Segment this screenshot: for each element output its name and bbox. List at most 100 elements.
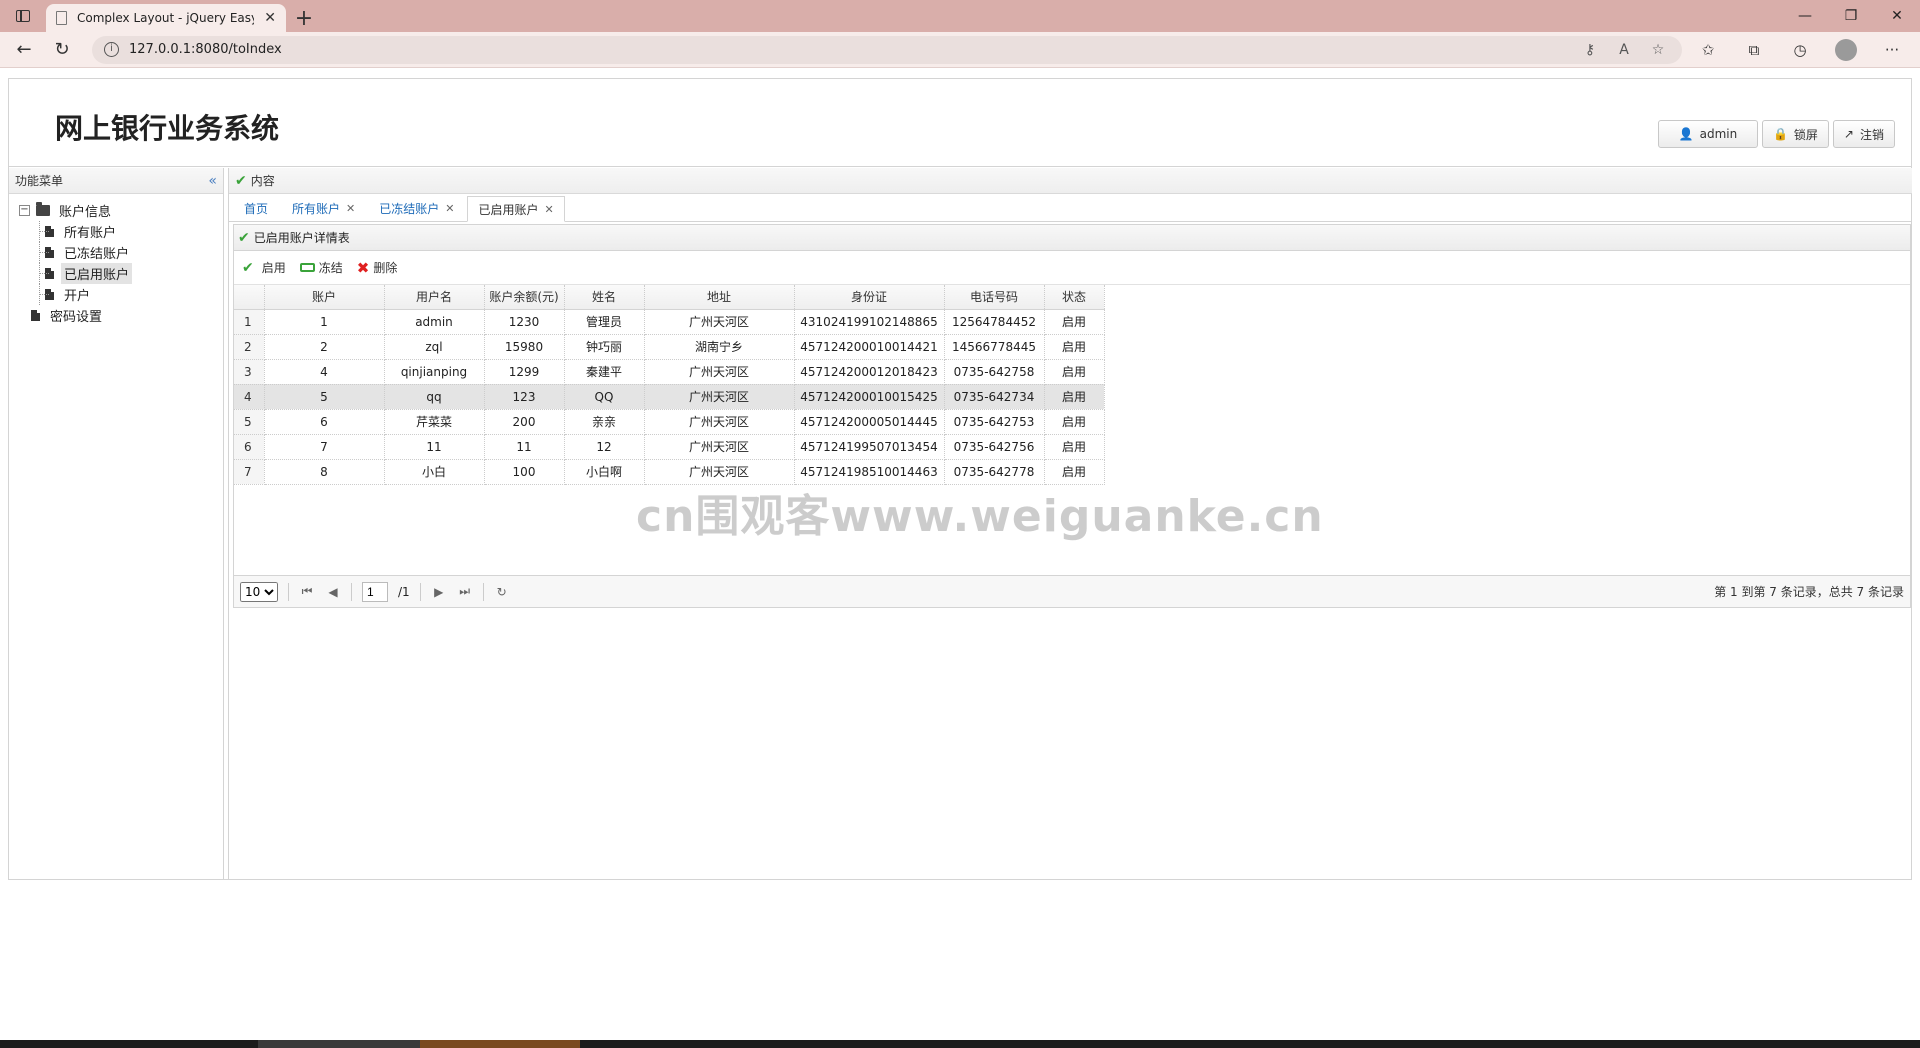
table-row[interactable]: 3 4 qinjianping 1299 秦建平 广州天河区 457124200…: [234, 359, 1105, 385]
close-icon[interactable]: ✕: [445, 202, 454, 215]
table-cell: 启用: [1044, 309, 1105, 335]
table-cell: 小白啊: [564, 459, 645, 485]
column-header[interactable]: 地址: [644, 285, 795, 310]
logout-icon: ↗: [1843, 127, 1854, 141]
tree-node-open-account[interactable]: 开户: [39, 284, 219, 305]
tab-home[interactable]: 首页: [233, 195, 279, 221]
taskbar-item[interactable]: [258, 1040, 420, 1048]
file-icon: [45, 268, 54, 279]
row-number: 2: [234, 334, 265, 360]
favorite-star-icon[interactable]: ☆: [1646, 42, 1670, 58]
profile-avatar[interactable]: [1835, 38, 1857, 61]
history-icon[interactable]: ◷: [1780, 36, 1820, 64]
accounts-table: 账户 用户名 账户余额(元) 姓名 地址 身份证 电话号码 状态 1 1 adm: [234, 285, 1105, 485]
close-icon[interactable]: ✕: [545, 203, 554, 216]
next-page-icon[interactable]: ▶: [431, 585, 447, 599]
page-size-select[interactable]: 10: [240, 581, 278, 602]
minimize-icon[interactable]: —: [1782, 0, 1828, 32]
more-icon[interactable]: ···: [1872, 36, 1912, 64]
table-cell: 100: [484, 459, 565, 485]
tab-all-accounts[interactable]: 所有账户 ✕: [281, 195, 366, 221]
user-button[interactable]: 👤 admin: [1657, 120, 1758, 148]
table-cell: 12: [564, 434, 645, 460]
info-icon[interactable]: i: [104, 42, 119, 57]
collections-icon[interactable]: ⧉: [1734, 36, 1774, 64]
app-layout: 网上银行业务系统 👤 admin 🔒 锁屏 ↗ 注销 功能菜单 « − 账户信息…: [8, 78, 1912, 880]
table-cell: 1299: [484, 359, 565, 385]
logout-button[interactable]: ↗ 注销: [1832, 120, 1895, 148]
table-cell: 2: [264, 334, 385, 360]
column-header[interactable]: 姓名: [564, 285, 645, 310]
table-cell: 广州天河区: [644, 434, 795, 460]
table-cell: 钟巧丽: [564, 334, 645, 360]
new-tab-button[interactable]: +: [286, 4, 322, 32]
table-cell: 小白: [384, 459, 485, 485]
table-cell: 启用: [1044, 359, 1105, 385]
column-header[interactable]: 电话号码: [944, 285, 1045, 310]
total-pages: /1: [398, 584, 410, 599]
check-icon: ✔: [238, 229, 250, 246]
enable-button[interactable]: ✔ 启用: [242, 259, 286, 276]
table-row[interactable]: 1 1 admin 1230 管理员 广州天河区 431024199102148…: [234, 309, 1105, 335]
table-cell: 457124200012018423: [794, 359, 945, 385]
close-icon[interactable]: ✕: [264, 10, 276, 26]
tree-node-all-accounts[interactable]: 所有账户: [39, 221, 219, 242]
freeze-button[interactable]: 冻结: [299, 259, 343, 276]
tree-node-account-info[interactable]: − 账户信息: [13, 200, 219, 221]
column-header[interactable]: 身份证: [794, 285, 945, 310]
delete-button-label: 删除: [373, 261, 398, 275]
pager-separator: [351, 582, 352, 601]
tree-node-password-settings[interactable]: 密码设置: [13, 305, 219, 326]
delete-icon: ✖: [356, 258, 370, 277]
key-icon[interactable]: ⚷: [1578, 42, 1602, 58]
column-header[interactable]: 账户余额(元): [484, 285, 565, 310]
north-region: 网上银行业务系统 👤 admin 🔒 锁屏 ↗ 注销: [9, 79, 1911, 167]
column-header[interactable]: 账户: [264, 285, 385, 310]
restore-icon[interactable]: ❐: [1828, 0, 1874, 32]
table-row[interactable]: 6 7 11 11 12 广州天河区 457124199507013454 07…: [234, 434, 1105, 460]
last-page-icon[interactable]: ⏭: [457, 584, 473, 599]
collapse-icon[interactable]: «: [208, 173, 217, 189]
browser-tab[interactable]: Complex Layout - jQuery EasyUI ✕: [46, 4, 286, 32]
datagrid-pager: 10 ⏮ ◀ /1 ▶ ⏭ ↻ 第 1 到第 7 条记录，总共 7 条记录: [234, 575, 1910, 607]
page-number-input[interactable]: [362, 581, 388, 602]
back-icon[interactable]: ←: [8, 36, 40, 64]
check-icon: ✔: [242, 259, 254, 276]
tree-node-frozen-accounts[interactable]: 已冻结账户: [39, 242, 219, 263]
tab-actions-menu-button[interactable]: [0, 0, 46, 32]
address-bar[interactable]: i 127.0.0.1:8080/toIndex ⚷ A ☆: [92, 35, 1682, 64]
folder-open-icon: [36, 202, 50, 216]
watermark: cn围观客www.weiguanke.cn: [636, 491, 1324, 542]
tree-node-enabled-accounts[interactable]: 已启用账户: [39, 263, 219, 284]
table-row[interactable]: 2 2 zql 15980 钟巧丽 湖南宁乡 45712420001001442…: [234, 334, 1105, 360]
taskbar: [0, 1040, 1920, 1048]
table-cell: 457124200010014421: [794, 334, 945, 360]
table-cell: 启用: [1044, 334, 1105, 360]
table-cell: 1230: [484, 309, 565, 335]
delete-button[interactable]: ✖ 删除: [357, 259, 398, 277]
column-header[interactable]: 状态: [1044, 285, 1105, 310]
datagrid-title-bar: ✔ 已启用账户详情表: [234, 225, 1910, 251]
close-icon[interactable]: ✕: [346, 202, 355, 215]
favorites-icon[interactable]: ✩: [1688, 36, 1728, 64]
table-cell: 0735-642753: [944, 409, 1045, 435]
tree-toggle-icon[interactable]: −: [19, 205, 30, 216]
table-cell: 广州天河区: [644, 409, 795, 435]
taskbar-item[interactable]: [420, 1040, 580, 1048]
refresh-icon[interactable]: ↻: [494, 585, 510, 599]
pager-info: 第 1 到第 7 条记录，总共 7 条记录: [1714, 585, 1904, 599]
tab-enabled-accounts[interactable]: 已启用账户 ✕: [467, 196, 565, 222]
refresh-icon[interactable]: ↻: [46, 36, 78, 64]
first-page-icon[interactable]: ⏮: [299, 584, 315, 599]
read-aloud-icon[interactable]: A: [1612, 42, 1636, 58]
column-header[interactable]: 用户名: [384, 285, 485, 310]
url-text[interactable]: 127.0.0.1:8080/toIndex: [129, 42, 1568, 57]
tab-frozen-accounts[interactable]: 已冻结账户 ✕: [368, 195, 465, 221]
lock-button[interactable]: 🔒 锁屏: [1761, 120, 1829, 148]
table-cell: 457124200010015425: [794, 384, 945, 410]
prev-page-icon[interactable]: ◀: [325, 585, 341, 599]
table-cell: 芹菜菜: [384, 409, 485, 435]
table-row[interactable]: 5 6 芹菜菜 200 亲亲 广州天河区 457124200005014445 …: [234, 409, 1105, 435]
table-row-selected[interactable]: 4 5 qq 123 QQ 广州天河区 457124200010015425 0…: [234, 384, 1105, 410]
close-window-icon[interactable]: ✕: [1874, 0, 1920, 32]
